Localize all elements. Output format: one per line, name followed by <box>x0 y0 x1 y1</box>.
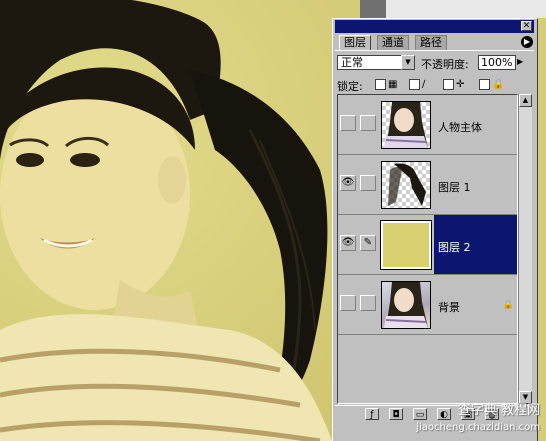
eye-icon[interactable]: 👁 <box>340 235 356 251</box>
link-toggle[interactable] <box>360 175 376 191</box>
image-canvas[interactable] <box>0 0 332 441</box>
layer-name-area[interactable]: 图层 2 <box>434 215 517 274</box>
layer-thumbnail <box>381 101 431 149</box>
opacity-label: 不透明度: <box>421 58 469 71</box>
palette-title-bar[interactable]: ✕ <box>335 20 534 33</box>
layers-scrollbar[interactable]: ▲ ▼ <box>518 94 532 404</box>
portrait-photo <box>0 0 332 441</box>
layer-name-area[interactable]: 背景 🔒 <box>434 275 517 334</box>
layer-row[interactable]: 👁 图层 1 <box>338 155 517 215</box>
tab-channels[interactable]: 通道 <box>377 35 409 50</box>
lock-icon: 🔒 <box>492 78 505 90</box>
tab-divider <box>335 50 534 51</box>
lock-image-checkbox[interactable] <box>409 78 420 90</box>
layer-name: 人物主体 <box>438 121 482 134</box>
blend-mode-select[interactable]: 正常 ▼ <box>337 55 415 70</box>
lock-transparency[interactable]: ▦ <box>375 77 398 90</box>
lock-position-checkbox[interactable] <box>443 78 454 90</box>
layer-row[interactable]: 👁 ✎ 图层 2 <box>338 215 517 275</box>
tab-paths[interactable]: 路径 <box>415 35 447 50</box>
workspace-background-light <box>386 0 546 18</box>
lock-transparency-checkbox[interactable] <box>375 78 386 90</box>
layer-name: 背景 <box>438 301 460 314</box>
opacity-input[interactable]: 100% <box>478 55 516 70</box>
checker-icon: ▦ <box>388 78 398 90</box>
watermark-title: 查字典 教程网 <box>457 403 540 418</box>
lock-label: 锁定: <box>337 80 363 93</box>
close-icon[interactable]: ✕ <box>521 21 532 31</box>
lock-all[interactable]: 🔒 <box>479 77 505 90</box>
palette-menu-arrow-icon[interactable]: ▶ <box>521 36 533 48</box>
blend-mode-value: 正常 <box>341 56 363 69</box>
link-toggle[interactable] <box>360 295 376 311</box>
lock-position[interactable]: ✛ <box>443 77 465 90</box>
move-icon: ✛ <box>456 78 465 90</box>
layer-name: 图层 2 <box>438 241 471 254</box>
eye-icon[interactable]: 👁 <box>340 175 356 191</box>
lock-icon: 🔒 <box>502 300 514 310</box>
layers-list: 人物主体 👁 图层 1 👁 ✎ 图层 2 背景 🔒 <box>337 94 518 404</box>
brush-icon[interactable]: ✎ <box>360 235 376 251</box>
scroll-up-icon[interactable]: ▲ <box>519 94 532 107</box>
watermark: 查字典 教程网 jiaocheng.chazidian.com <box>350 402 540 441</box>
tab-layers[interactable]: 图层 <box>339 35 371 51</box>
visibility-toggle[interactable] <box>340 295 356 311</box>
visibility-toggle[interactable] <box>340 115 356 131</box>
layer-thumbnail <box>380 220 432 270</box>
layer-name: 图层 1 <box>438 181 471 194</box>
watermark-url: jiaocheng.chazidian.com <box>416 422 540 433</box>
opacity-slider-arrow-icon[interactable]: ▶ <box>517 57 523 66</box>
brush-icon: ∕ <box>422 78 426 90</box>
layer-name-area[interactable]: 图层 1 <box>434 155 517 214</box>
chevron-down-icon[interactable]: ▼ <box>401 55 415 70</box>
layer-thumbnail <box>381 281 431 329</box>
layers-palette: ✕ 图层 通道 路径 ▶ 正常 ▼ 不透明度: 100% ▶ 锁定: ▦ ∕ ✛… <box>332 18 538 441</box>
layer-name-area[interactable]: 人物主体 <box>434 95 517 154</box>
lock-all-checkbox[interactable] <box>479 78 490 90</box>
palette-tabs: 图层 通道 路径 <box>339 35 531 51</box>
lock-image[interactable]: ∕ <box>409 77 426 90</box>
layer-thumbnail <box>381 161 431 209</box>
layer-row[interactable]: 人物主体 <box>338 95 517 155</box>
layer-row[interactable]: 背景 🔒 <box>338 275 517 335</box>
link-toggle[interactable] <box>360 115 376 131</box>
